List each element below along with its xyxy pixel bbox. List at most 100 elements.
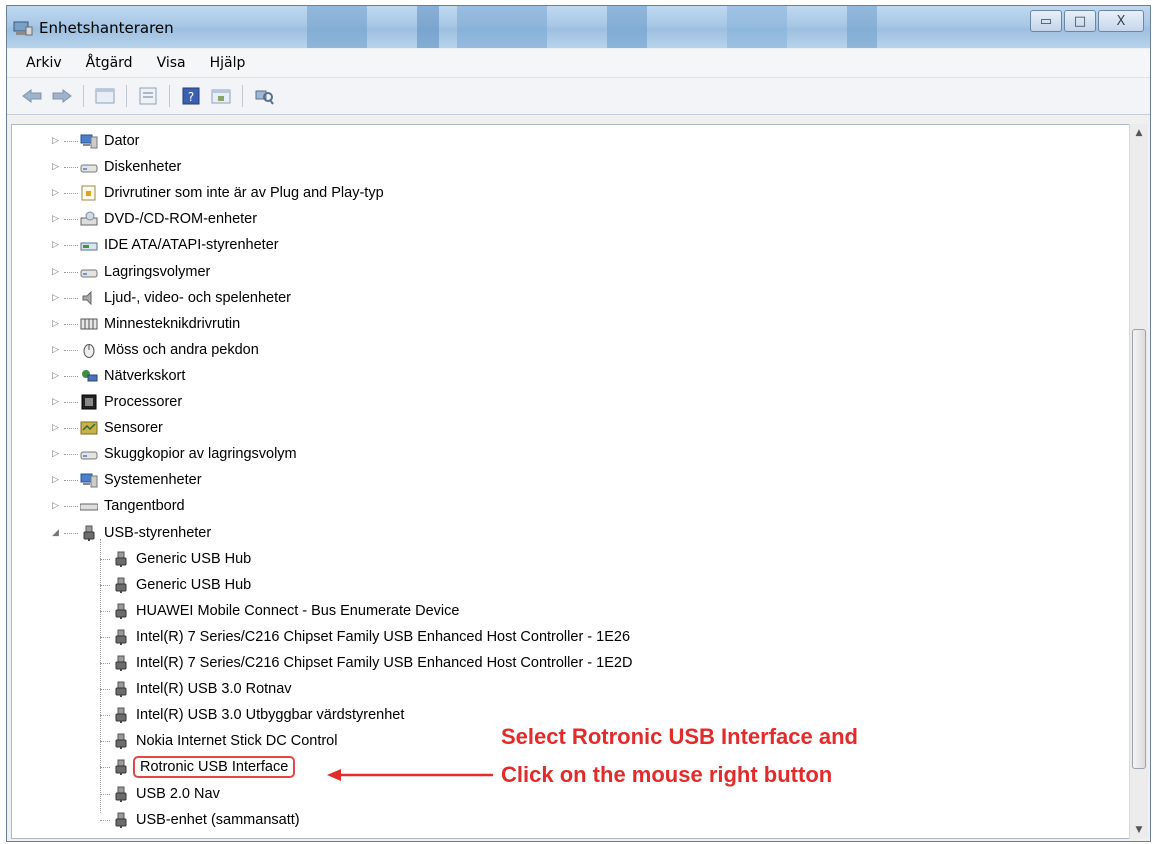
expand-arrow-icon[interactable]: ▷: [52, 214, 62, 224]
expand-arrow-icon[interactable]: ▷: [52, 136, 62, 146]
device-category-item[interactable]: HUAWEI Mobile Connect - Bus Enumerate De…: [112, 599, 459, 623]
tree-item-label: Generic USB Hub: [136, 576, 252, 593]
update-driver-button[interactable]: [208, 83, 234, 109]
expand-arrow-icon[interactable]: ▷: [52, 240, 62, 250]
device-category-item[interactable]: Intel(R) 7 Series/C216 Chipset Family US…: [112, 625, 630, 649]
properties-icon: [139, 87, 157, 105]
menu-atgard[interactable]: Åtgärd: [83, 53, 136, 73]
tree-connector: [100, 793, 110, 795]
help-icon: ?: [182, 87, 200, 105]
expand-arrow-icon[interactable]: ▷: [52, 449, 62, 459]
annotation-line-2: Click on the mouse right button: [501, 762, 833, 787]
device-category-item[interactable]: Lagringsvolymer: [80, 260, 210, 284]
tree-connector: [64, 167, 78, 169]
maximize-button[interactable]: □: [1064, 10, 1096, 32]
forward-button[interactable]: [49, 83, 75, 109]
properties-button[interactable]: [135, 83, 161, 109]
ide-controller-icon: [80, 242, 98, 251]
close-button[interactable]: X: [1098, 10, 1144, 32]
device-category-item[interactable]: Intel(R) USB 3.0 Rotnav: [112, 677, 292, 701]
expand-arrow-icon[interactable]: ▷: [52, 267, 62, 277]
device-category-item[interactable]: Processorer: [80, 390, 182, 414]
tree-item-label: Diskenheter: [104, 159, 182, 176]
expand-arrow-icon[interactable]: ▷: [52, 501, 62, 511]
device-category-item[interactable]: Intel(R) 7 Series/C216 Chipset Family US…: [112, 651, 632, 675]
collapse-arrow-icon[interactable]: ◢: [52, 528, 62, 538]
toolbar-separator: [242, 85, 243, 107]
scroll-down-arrow-icon[interactable]: ▼: [1130, 821, 1148, 839]
device-category-item[interactable]: DVD-/CD-ROM-enheter: [80, 207, 257, 231]
disk-drive-icon: [80, 164, 98, 173]
tree-item-label: Minnesteknikdrivrutin: [104, 315, 241, 332]
device-category-item[interactable]: Ljud-, video- och spelenheter: [80, 286, 291, 310]
usb-icon: [115, 812, 127, 828]
toolbar-separator: [83, 85, 84, 107]
device-category-item[interactable]: Nätverkskort: [80, 364, 185, 388]
driver-icon: [81, 185, 96, 201]
svg-text:?: ?: [188, 90, 194, 104]
title-bar[interactable]: Enhetshanteraren ▭ □ X: [7, 6, 1150, 48]
help-button[interactable]: ?: [178, 83, 204, 109]
device-category-item[interactable]: Skuggkopior av lagringsvolym: [80, 442, 297, 466]
device-category-item[interactable]: Systemenheter: [80, 468, 202, 492]
device-category-item[interactable]: Tangentbord: [80, 494, 185, 518]
device-category-item[interactable]: USB 2.0 Nav: [112, 782, 220, 806]
tree-connector: [64, 141, 78, 142]
device-category-item[interactable]: USB-enhet (sammansatt): [112, 808, 300, 832]
update-driver-icon: [211, 89, 231, 104]
annotation-line-1: Select Rotronic USB Interface and: [501, 724, 858, 749]
expand-arrow-icon[interactable]: ▷: [52, 345, 62, 355]
scroll-up-arrow-icon[interactable]: ▲: [1130, 124, 1148, 142]
expand-arrow-icon[interactable]: ▷: [52, 188, 62, 198]
speaker-icon: [82, 290, 92, 305]
device-category-item[interactable]: Generic USB Hub: [112, 573, 251, 597]
scroll-thumb[interactable]: [1132, 329, 1146, 769]
usb-icon: [115, 707, 127, 724]
device-category-item[interactable]: Rotronic USB Interface: [112, 755, 296, 779]
expand-arrow-icon[interactable]: ▷: [52, 371, 62, 381]
device-category-item[interactable]: IDE ATA/ATAPI-styrenheter: [80, 233, 279, 257]
expand-arrow-icon[interactable]: ▷: [52, 397, 62, 407]
tree-connector: [64, 271, 78, 273]
close-icon: X: [1116, 13, 1126, 29]
device-manager-window: Enhetshanteraren ▭ □ X Arkiv Åtgärd Visa…: [6, 5, 1151, 842]
properties-view-button[interactable]: [92, 83, 118, 109]
menu-hjalp[interactable]: Hjälp: [207, 53, 249, 73]
tree-connector: [100, 558, 110, 560]
expand-arrow-icon[interactable]: ▷: [52, 423, 62, 433]
device-category-item[interactable]: Sensorer: [80, 416, 163, 440]
device-category-item[interactable]: Nokia Internet Stick DC Control: [112, 729, 337, 753]
tree-item-label: IDE ATA/ATAPI-styrenheter: [104, 237, 279, 254]
device-category-item[interactable]: Generic USB Hub: [112, 547, 251, 571]
device-category-item[interactable]: Intel(R) USB 3.0 Utbyggbar värdstyrenhet: [112, 703, 404, 727]
expand-arrow-icon[interactable]: ▷: [52, 162, 62, 172]
device-category-item[interactable]: Möss och andra pekdon: [80, 338, 259, 362]
maximize-icon: □: [1073, 13, 1087, 29]
toolbar-separator: [126, 85, 127, 107]
expand-arrow-icon[interactable]: ▷: [52, 475, 62, 485]
menu-visa[interactable]: Visa: [154, 53, 189, 73]
tree-item-label: Intel(R) USB 3.0 Utbyggbar värdstyrenhet: [136, 707, 405, 724]
tree-item-label: Sensorer: [104, 420, 163, 437]
memory-icon: [80, 318, 98, 330]
scan-hardware-button[interactable]: [251, 83, 277, 109]
device-category-item[interactable]: Minnesteknikdrivrutin: [80, 312, 240, 336]
device-category-item[interactable]: Drivrutiner som inte är av Plug and Play…: [80, 181, 384, 205]
back-button[interactable]: [19, 83, 45, 109]
tree-connector: [100, 715, 110, 717]
menu-arkiv[interactable]: Arkiv: [23, 53, 65, 73]
device-category-item[interactable]: Dator: [80, 129, 139, 153]
tree-item-label: DVD-/CD-ROM-enheter: [104, 211, 258, 228]
expand-arrow-icon[interactable]: ▷: [52, 319, 62, 329]
minimize-button[interactable]: ▭: [1030, 10, 1062, 32]
tree-item-label: Ljud-, video- och spelenheter: [104, 289, 292, 306]
vertical-scrollbar[interactable]: ▲ ▼: [1129, 124, 1148, 839]
tree-connector: [64, 402, 78, 403]
tree-item-label: Systemenheter: [104, 472, 202, 489]
network-card-icon: [82, 369, 98, 382]
tree-connector: [100, 741, 110, 743]
expand-arrow-icon[interactable]: ▷: [52, 293, 62, 303]
device-category-item[interactable]: Diskenheter: [80, 155, 181, 179]
toolbar: ?: [7, 78, 1150, 115]
scan-hardware-icon: [255, 90, 274, 105]
